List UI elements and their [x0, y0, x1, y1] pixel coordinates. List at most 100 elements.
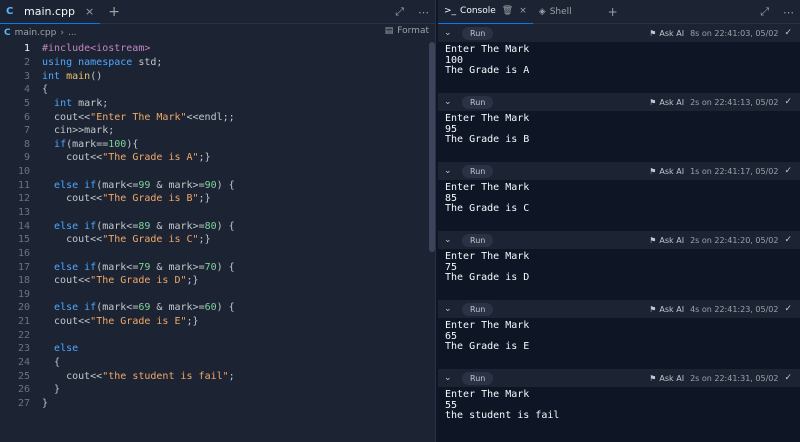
format-button[interactable]: ▤ Format — [385, 26, 429, 36]
code-text[interactable]: } — [30, 384, 60, 395]
run-button[interactable]: Run — [462, 233, 494, 247]
chevron-down-icon[interactable]: ⌄ — [444, 373, 456, 383]
code-text[interactable]: else if(mark<=69 & mark>=60) { — [30, 302, 235, 313]
code-line[interactable]: 10 — [0, 165, 427, 179]
run-button[interactable]: Run — [462, 164, 494, 178]
code-line[interactable]: 26 } — [0, 383, 427, 397]
code-text[interactable]: else if(mark<=89 & mark>=80) { — [30, 221, 235, 232]
code-line[interactable]: 3 int main() — [0, 69, 427, 83]
console-pane: >_ Console 🗑 × ◈ Shell + ⤢ ⋯ ⌄ Run ⚑ Ask AI… — [438, 0, 800, 442]
tab-shell[interactable]: ◈ Shell — [533, 0, 578, 24]
chevron-down-icon[interactable]: ⌄ — [444, 235, 456, 245]
run-header: ⌄ Run ⚑ Ask AI 2s on 22:41:31, 05/02 ✓ — [438, 369, 800, 387]
new-tab-button[interactable]: + — [108, 4, 120, 20]
code-text[interactable]: cin>>mark; — [30, 125, 114, 136]
ask-ai-label: Ask AI — [659, 97, 685, 107]
code-line[interactable]: 6 cout<<"Enter The Mark"<<endl;; — [0, 110, 427, 124]
code-line[interactable]: 1 #include<iostream> — [0, 42, 427, 56]
code-text[interactable]: } — [30, 398, 48, 409]
ask-ai-button[interactable]: ⚑ Ask AI — [649, 98, 684, 107]
code-line[interactable]: 18 cout<<"The Grade is D";} — [0, 274, 427, 288]
code-line[interactable]: 2 using namespace std; — [0, 56, 427, 70]
line-number: 2 — [23, 56, 30, 68]
trash-icon[interactable]: 🗑 — [502, 6, 513, 16]
tab-console[interactable]: >_ Console 🗑 × — [438, 0, 533, 24]
code-text[interactable]: #include<iostream> — [30, 43, 150, 54]
line-number: 26 — [17, 384, 30, 396]
breadcrumb-more[interactable]: ... — [68, 28, 77, 38]
run-entry: ⌄ Run ⚑ Ask AI 2s on 22:41:20, 05/02 ✓ Enter T… — [438, 231, 800, 300]
line-number: 10 — [17, 166, 30, 178]
code-text[interactable]: else if(mark<=79 & mark>=70) { — [30, 262, 235, 273]
close-icon[interactable]: × — [85, 5, 94, 18]
code-text[interactable]: int mark; — [30, 98, 108, 109]
code-text[interactable]: if(mark==100){ — [30, 139, 138, 150]
code-line[interactable]: 8 if(mark==100){ — [0, 137, 427, 151]
chevron-down-icon[interactable]: ⌄ — [444, 97, 456, 107]
more-options-icon[interactable]: ⋯ — [783, 6, 794, 19]
code-line[interactable]: 15 cout<<"The Grade is C";} — [0, 233, 427, 247]
code-text[interactable]: cout<<"The Grade is D";} — [30, 275, 199, 286]
code-line[interactable]: 20 else if(mark<=69 & mark>=60) { — [0, 301, 427, 315]
code-text[interactable]: { — [30, 84, 48, 95]
cpp-file-icon: C — [4, 28, 11, 38]
more-options-icon[interactable]: ⋯ — [418, 6, 429, 19]
code-text[interactable]: int main() — [30, 71, 102, 82]
code-text[interactable]: cout<<"Enter The Mark"<<endl;; — [30, 112, 235, 123]
run-entry: ⌄ Run ⚑ Ask AI 8s on 22:41:03, 05/02 ✓ Enter T… — [438, 24, 800, 93]
code-line[interactable]: 16 — [0, 247, 427, 261]
code-line[interactable]: 17 else if(mark<=79 & mark>=70) { — [0, 260, 427, 274]
code-line[interactable]: 27} — [0, 397, 427, 411]
code-text[interactable]: else — [30, 343, 78, 354]
code-editor[interactable]: 1 #include<iostream> 2 using namespace std;… — [0, 42, 427, 410]
code-line[interactable]: 25 cout<<"the student is fail"; — [0, 369, 427, 383]
expand-icon[interactable]: ⤢ — [760, 5, 769, 19]
code-text[interactable]: cout<<"The Grade is C";} — [30, 234, 211, 245]
breadcrumb-file[interactable]: main.cpp — [15, 28, 57, 38]
tab-main-cpp[interactable]: C main.cpp × — [0, 0, 101, 24]
editor-pane: C main.cpp × + ⤢ ⋯ C main.cpp › ... ▤ Fo… — [0, 0, 436, 442]
code-line[interactable]: 19 — [0, 288, 427, 302]
code-text[interactable]: cout<<"the student is fail"; — [30, 371, 235, 382]
code-line[interactable]: 7 cin>>mark; — [0, 124, 427, 138]
ask-ai-button[interactable]: ⚑ Ask AI — [649, 167, 684, 176]
expand-icon[interactable]: ⤢ — [395, 5, 404, 19]
code-line[interactable]: 22 — [0, 328, 427, 342]
run-button[interactable]: Run — [462, 26, 494, 40]
ask-ai-button[interactable]: ⚑ Ask AI — [649, 29, 684, 38]
code-line[interactable]: 4{ — [0, 83, 427, 97]
code-line[interactable]: 13 — [0, 206, 427, 220]
ask-ai-icon: ⚑ — [649, 235, 657, 245]
close-icon[interactable]: × — [519, 6, 527, 16]
code-text[interactable]: using namespace std; — [30, 57, 162, 68]
code-text[interactable]: cout<<"The Grade is A";} — [30, 152, 211, 163]
code-text[interactable]: { — [30, 357, 60, 368]
tab-shell-label: Shell — [549, 6, 572, 17]
code-text[interactable]: else if(mark<=99 & mark>=90) { — [30, 180, 235, 191]
code-line[interactable]: 5 int mark; — [0, 97, 427, 111]
code-line[interactable]: 9 cout<<"The Grade is A";} — [0, 151, 427, 165]
run-button[interactable]: Run — [462, 95, 494, 109]
run-output: Enter The Mark 95 The Grade is B — [445, 113, 530, 145]
chevron-down-icon[interactable]: ⌄ — [444, 166, 456, 176]
code-line[interactable]: 24 { — [0, 356, 427, 370]
ask-ai-button[interactable]: ⚑ Ask AI — [649, 236, 684, 245]
code-text[interactable]: cout<<"The Grade is B";} — [30, 193, 211, 204]
code-line[interactable]: 14 else if(mark<=89 & mark>=80) { — [0, 219, 427, 233]
run-button[interactable]: Run — [462, 371, 494, 385]
code-line[interactable]: 11 else if(mark<=99 & mark>=90) { — [0, 178, 427, 192]
ask-ai-button[interactable]: ⚑ Ask AI — [649, 305, 684, 314]
code-line[interactable]: 23 else — [0, 342, 427, 356]
run-header: ⌄ Run ⚑ Ask AI 1s on 22:41:17, 05/02 ✓ — [438, 162, 800, 180]
run-meta: ⚑ Ask AI 2s on 22:41:31, 05/02 ✓ — [649, 369, 792, 387]
chevron-down-icon[interactable]: ⌄ — [444, 28, 456, 38]
run-button[interactable]: Run — [462, 302, 494, 316]
ask-ai-button[interactable]: ⚑ Ask AI — [649, 374, 684, 383]
new-tab-button[interactable]: + — [608, 5, 618, 19]
run-output: Enter The Mark 55 the student is fail — [445, 389, 560, 421]
code-line[interactable]: 21 cout<<"The Grade is E";} — [0, 315, 427, 329]
editor-scrollbar[interactable] — [429, 42, 435, 252]
chevron-down-icon[interactable]: ⌄ — [444, 304, 456, 314]
code-line[interactable]: 12 cout<<"The Grade is B";} — [0, 192, 427, 206]
code-text[interactable]: cout<<"The Grade is E";} — [30, 316, 199, 327]
